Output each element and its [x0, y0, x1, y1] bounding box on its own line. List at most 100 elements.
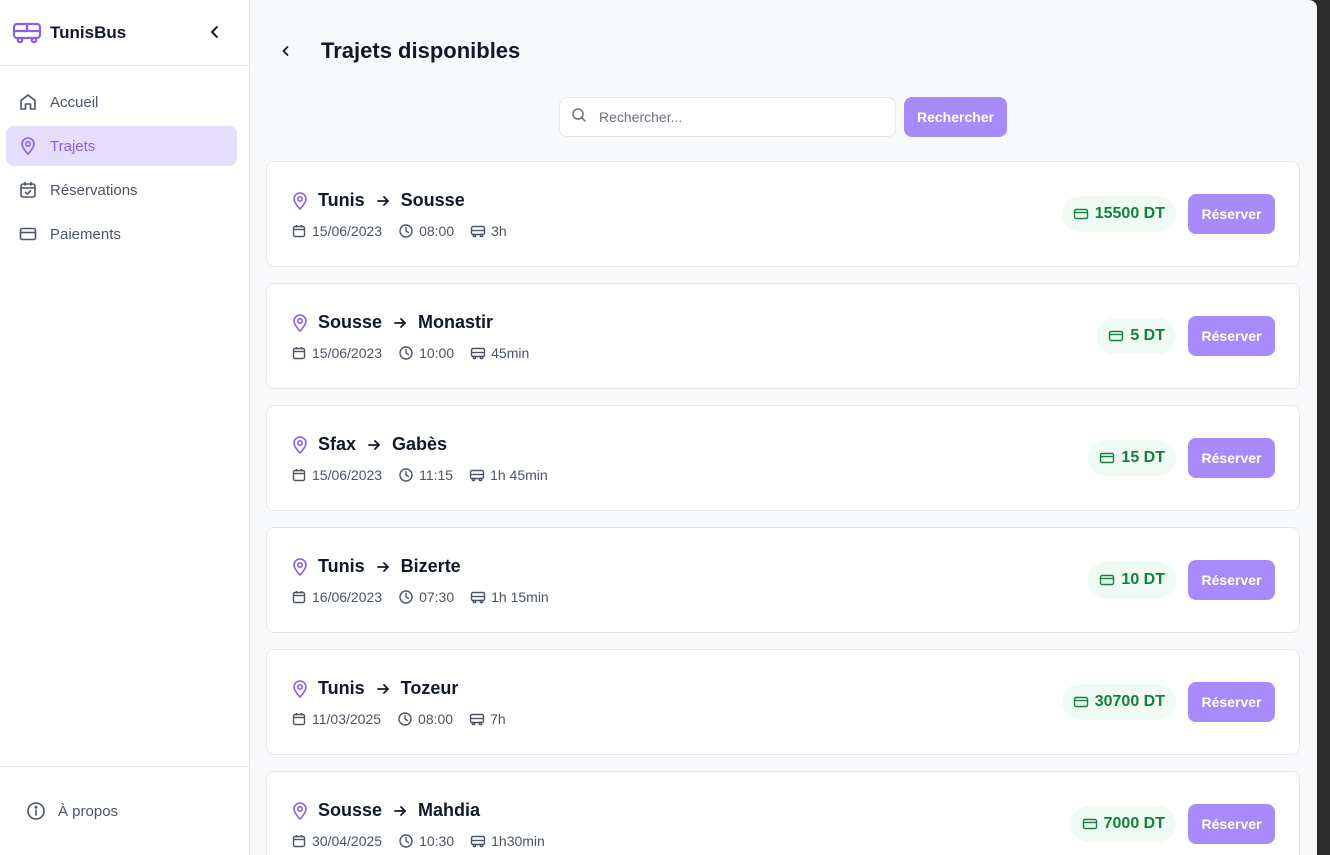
calendar-icon — [291, 223, 307, 239]
calendar-icon — [291, 345, 307, 361]
trip-price: 15 DT — [1121, 449, 1165, 466]
reserve-button[interactable]: Réserver — [1188, 316, 1275, 356]
arrow-right-icon — [366, 437, 382, 453]
sidebar-nav: Accueil Trajets Réservations Paiements — [0, 66, 249, 258]
trip-actions: 30700 DT Réserver — [1061, 682, 1275, 722]
map-pin-icon — [291, 435, 309, 455]
trip-date: 15/06/2023 — [312, 223, 383, 239]
trip-card: Tunis Tozeur 11/03/2025 08:00 7h 30700 D… — [266, 649, 1300, 755]
clock-icon — [398, 467, 414, 483]
about-label: À propos — [58, 802, 119, 820]
trip-origin: Tunis — [318, 556, 365, 576]
credit-card-icon — [18, 224, 38, 244]
back-button[interactable] — [274, 39, 298, 63]
calendar-icon — [291, 467, 307, 483]
map-pin-icon — [291, 801, 309, 821]
search-icon — [571, 107, 587, 128]
arrow-right-icon — [392, 803, 408, 819]
trip-price: 5 DT — [1130, 327, 1165, 344]
about-link[interactable]: À propos — [0, 766, 249, 855]
trip-route: Sfax Gabès — [291, 434, 447, 455]
clock-icon — [398, 345, 414, 361]
sidebar-item-trajets[interactable]: Trajets — [6, 126, 237, 166]
brand: TunisBus — [0, 0, 249, 66]
trip-actions: 5 DT Réserver — [1097, 316, 1275, 356]
sidebar-item-accueil[interactable]: Accueil — [6, 82, 237, 122]
reserve-button[interactable]: Réserver — [1188, 682, 1275, 722]
trip-time: 08:00 — [418, 711, 454, 727]
trip-card: Sousse Monastir 15/06/2023 10:00 45min 5… — [266, 283, 1300, 389]
trip-date: 15/06/2023 — [312, 345, 383, 361]
trip-meta: 11/03/2025 08:00 7h — [291, 711, 522, 727]
credit-card-icon — [1073, 694, 1089, 710]
reserve-button[interactable]: Réserver — [1188, 804, 1275, 844]
bus-icon — [470, 345, 486, 361]
trip-list: Tunis Sousse 15/06/2023 08:00 3h 15500 D… — [266, 161, 1300, 855]
trip-price: 15500 DT — [1094, 205, 1165, 222]
search-button[interactable]: Rechercher — [904, 97, 1007, 137]
trip-price: 30700 DT — [1094, 693, 1165, 710]
trip-meta: 30/04/2025 10:30 1h30min — [291, 833, 561, 849]
trip-meta: 15/06/2023 11:15 1h 45min — [291, 467, 564, 483]
info-icon — [26, 801, 46, 821]
sidebar: TunisBus Accueil Trajets Réservations Pa… — [0, 0, 250, 855]
trip-meta: 15/06/2023 10:00 45min — [291, 345, 545, 361]
window-edge — [1317, 0, 1330, 855]
trip-meta: 16/06/2023 07:30 1h 15min — [291, 589, 565, 605]
trip-time: 10:30 — [419, 833, 455, 849]
trip-destination: Mahdia — [418, 800, 481, 820]
trip-destination: Bizerte — [400, 556, 461, 576]
trip-route: Tunis Tozeur — [291, 678, 458, 699]
calendar-check-icon — [18, 180, 38, 200]
trip-origin: Sousse — [318, 312, 383, 332]
trip-route: Tunis Sousse — [291, 190, 465, 211]
price-badge: 5 DT — [1097, 318, 1176, 354]
price-badge: 15 DT — [1088, 440, 1176, 476]
sidebar-item-paiements[interactable]: Paiements — [6, 214, 237, 254]
trip-time: 07:30 — [419, 589, 455, 605]
reserve-button[interactable]: Réserver — [1188, 194, 1275, 234]
page-header: Trajets disponibles — [274, 38, 520, 64]
trip-duration: 7h — [490, 711, 506, 727]
credit-card-icon — [1099, 450, 1115, 466]
calendar-icon — [291, 833, 307, 849]
credit-card-icon — [1108, 328, 1124, 344]
app-name: TunisBus — [50, 22, 127, 42]
trip-duration: 3h — [491, 223, 507, 239]
collapse-sidebar-button[interactable] — [205, 22, 225, 42]
search-bar: Rechercher — [559, 97, 1007, 137]
trip-destination: Gabès — [392, 434, 448, 454]
price-badge: 30700 DT — [1061, 684, 1176, 720]
bus-icon — [470, 589, 486, 605]
trip-price: 7000 DT — [1103, 815, 1165, 832]
bus-icon — [469, 711, 485, 727]
trip-date: 16/06/2023 — [312, 589, 383, 605]
credit-card-icon — [1073, 206, 1089, 222]
bus-icon — [469, 467, 485, 483]
arrow-right-icon — [392, 315, 408, 331]
reserve-button[interactable]: Réserver — [1188, 560, 1275, 600]
price-badge: 15500 DT — [1061, 196, 1176, 232]
trip-duration: 1h 45min — [490, 467, 548, 483]
app-window: TunisBus Accueil Trajets Réservations Pa… — [0, 0, 1317, 855]
trip-duration: 1h30min — [491, 833, 545, 849]
clock-icon — [397, 711, 413, 727]
calendar-icon — [291, 589, 307, 605]
sidebar-item-label: Paiements — [50, 225, 121, 243]
trip-destination: Tozeur — [400, 678, 459, 698]
trip-actions: 15 DT Réserver — [1088, 438, 1275, 478]
search-input[interactable] — [599, 109, 879, 125]
trip-card: Sousse Mahdia 30/04/2025 10:30 1h30min 7… — [266, 771, 1300, 855]
map-pin-icon — [291, 557, 309, 577]
search-field[interactable] — [559, 97, 896, 137]
trip-route: Tunis Bizerte — [291, 556, 461, 577]
trip-actions: 15500 DT Réserver — [1061, 194, 1275, 234]
trip-date: 15/06/2023 — [312, 467, 383, 483]
trip-origin: Tunis — [318, 190, 365, 210]
trip-card: Sfax Gabès 15/06/2023 11:15 1h 45min 15 … — [266, 405, 1300, 511]
trip-card: Tunis Sousse 15/06/2023 08:00 3h 15500 D… — [266, 161, 1300, 267]
reserve-button[interactable]: Réserver — [1188, 438, 1275, 478]
map-pin-icon — [18, 136, 38, 156]
trip-destination: Sousse — [400, 190, 465, 210]
sidebar-item-reservations[interactable]: Réservations — [6, 170, 237, 210]
